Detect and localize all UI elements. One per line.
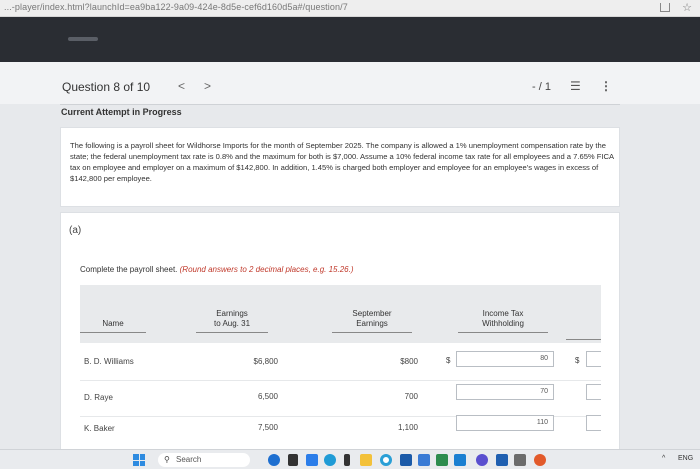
header-divider [60, 104, 620, 105]
question-title: Question 8 of 10 [62, 80, 151, 94]
earnings-to-aug: 7,500 [257, 423, 278, 432]
earnings-to-aug: $6,800 [253, 357, 278, 366]
september-earnings: $800 [400, 357, 418, 366]
instruction-text: Complete the payroll sheet. [80, 265, 178, 274]
part-instruction: Complete the payroll sheet. (Round answe… [80, 265, 354, 274]
table-row: K. Baker 7,500 1,100 110 [80, 415, 601, 453]
next-column-input[interactable] [586, 415, 601, 431]
taskbar-app-icon[interactable] [400, 454, 412, 466]
table-row: B. D. Williams $6,800 $800 $ 80 $ [80, 345, 601, 381]
next-column-header-underline [566, 339, 601, 340]
search-icon: ⚲ [164, 455, 170, 464]
payroll-table-header: Name Earnings to Aug. 31 September Earni… [80, 285, 601, 343]
header-september-earnings: September Earnings [332, 309, 412, 333]
question-score: - / 1 [532, 81, 551, 93]
table-row: D. Raye 6,500 700 70 [80, 381, 601, 417]
problem-text: The following is a payroll sheet for Wil… [70, 141, 614, 183]
windows-start-icon[interactable] [133, 454, 145, 466]
currency-symbol: $ [446, 356, 451, 365]
list-icon[interactable]: ☰ [570, 79, 581, 93]
withholding-input[interactable]: 110 [456, 415, 554, 431]
earnings-to-aug: 6,500 [257, 392, 278, 401]
taskbar-app-icon[interactable] [476, 454, 488, 466]
taskbar-app-icon[interactable] [380, 454, 392, 466]
edge-browser-icon[interactable] [324, 454, 336, 466]
next-column-input[interactable] [586, 351, 601, 367]
tray-caret-icon[interactable]: ^ [662, 455, 665, 462]
header-income-tax-withholding: Income Tax Withholding [458, 309, 548, 333]
question-header: Question 8 of 10 < > - / 1 ☰ ⋮ [0, 62, 700, 104]
bookmark-star-icon[interactable]: ☆ [682, 1, 692, 14]
url-text[interactable]: ...-player/index.html?launchId=ea9ba122-… [4, 2, 348, 12]
currency-symbol: $ [575, 356, 580, 365]
taskbar-app-icon[interactable] [268, 454, 280, 466]
next-question-button[interactable]: > [204, 79, 211, 93]
taskbar-search-box[interactable]: ⚲ Search [158, 453, 250, 467]
next-column-input[interactable] [586, 384, 601, 400]
search-placeholder: Search [176, 455, 202, 464]
september-earnings: 700 [404, 392, 418, 401]
september-earnings: 1,100 [397, 423, 418, 432]
problem-card: The following is a payroll sheet for Wil… [60, 127, 620, 207]
taskbar-app-icon[interactable] [306, 454, 318, 466]
share-icon[interactable] [660, 3, 670, 12]
app-logo [68, 37, 98, 41]
file-explorer-icon[interactable] [360, 454, 372, 466]
taskbar-app-icon[interactable] [288, 454, 298, 466]
taskbar-app-icon[interactable] [418, 454, 430, 466]
taskbar-app-icon[interactable] [344, 454, 350, 466]
browser-url-bar[interactable]: ...-player/index.html?launchId=ea9ba122-… [0, 0, 700, 17]
part-a-panel: (a) Complete the payroll sheet. (Round a… [60, 212, 620, 462]
withholding-input[interactable]: 70 [456, 384, 554, 400]
header-earnings-to-aug: Earnings to Aug. 31 [196, 309, 268, 333]
employee-name: K. Baker [84, 424, 115, 433]
language-indicator[interactable]: ENG [678, 455, 693, 462]
taskbar-app-icon[interactable] [454, 454, 466, 466]
taskbar: ⚲ Search ^ ENG [0, 449, 700, 469]
employee-name: D. Raye [84, 393, 113, 402]
previous-question-button[interactable]: < [178, 79, 185, 93]
taskbar-app-icon[interactable] [514, 454, 526, 466]
attempt-status: Current Attempt in Progress [61, 107, 182, 117]
taskbar-app-icon[interactable] [496, 454, 508, 466]
more-icon[interactable]: ⋮ [600, 79, 612, 93]
app-header [0, 17, 700, 62]
rounding-hint: (Round answers to 2 decimal places, e.g.… [179, 265, 354, 274]
header-name: Name [80, 319, 146, 333]
part-label: (a) [69, 225, 82, 236]
withholding-input[interactable]: 80 [456, 351, 554, 367]
taskbar-app-icon[interactable] [534, 454, 546, 466]
employee-name: B. D. Williams [84, 357, 134, 366]
taskbar-app-icon[interactable] [436, 454, 448, 466]
